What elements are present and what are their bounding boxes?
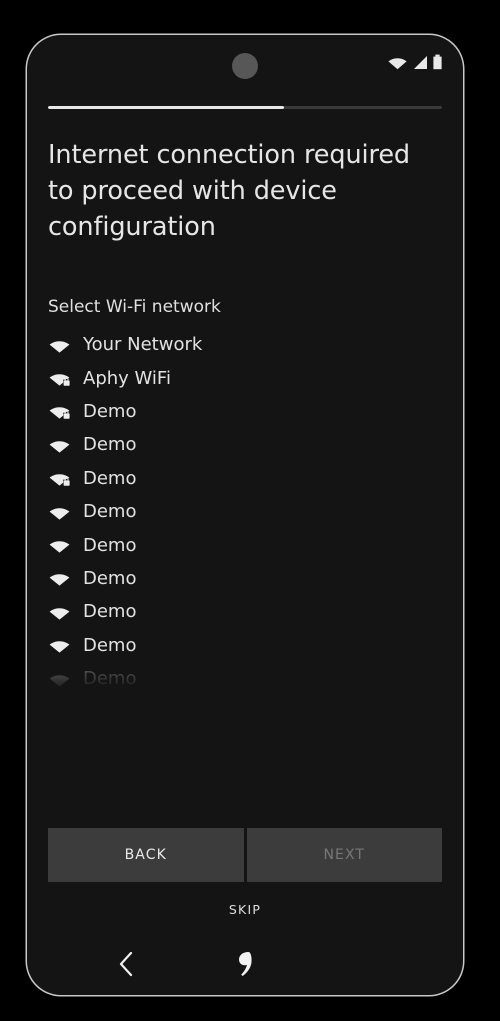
cellular-signal-icon (411, 55, 428, 74)
chevron-left-icon[interactable] (111, 949, 141, 979)
wifi-network-name: Demo (83, 400, 137, 422)
wifi-network-name: Aphy WiFi (83, 367, 171, 389)
status-bar-icons (388, 54, 443, 74)
wifi-network-row[interactable]: Demo (48, 495, 442, 528)
setup-progress-bar (48, 106, 442, 109)
wifi-network-row[interactable]: Demo (48, 562, 442, 595)
wifi-secured-icon (48, 367, 70, 389)
page-title: Internet connection required to proceed … (48, 140, 411, 242)
wifi-open-icon (48, 534, 70, 556)
wifi-network-row[interactable]: Demo (48, 629, 442, 662)
wifi-network-name: Demo (83, 601, 137, 623)
wifi-network-row[interactable]: Demo (48, 662, 442, 695)
wifi-open-icon (48, 601, 70, 623)
wifi-network-name: Demo (83, 534, 137, 556)
home-comma-icon[interactable] (230, 949, 260, 979)
android-nav-bar (27, 933, 463, 995)
wifi-network-name: Demo (83, 501, 137, 523)
wifi-network-row[interactable]: Demo (48, 395, 442, 428)
wifi-network-row[interactable]: Demo (48, 428, 442, 461)
next-button[interactable]: NEXT (246, 828, 442, 882)
wifi-network-name: Demo (83, 634, 137, 656)
wifi-open-icon (48, 567, 70, 589)
setup-progress-fill (48, 106, 285, 109)
wifi-open-icon (48, 501, 70, 523)
wifi-network-row[interactable]: Aphy WiFi (48, 361, 442, 394)
wifi-network-row[interactable]: Demo (48, 595, 442, 628)
phone-frame: Internet connection required to proceed … (27, 35, 463, 995)
wifi-open-icon (48, 668, 70, 690)
wifi-network-list[interactable]: Your Network Aphy WiFi Demo Demo Demo Demo Dem… (27, 328, 463, 700)
wifi-network-name: Demo (83, 467, 137, 489)
wifi-open-icon (48, 334, 70, 356)
footer-button-row: BACK NEXT (48, 828, 442, 882)
back-button[interactable]: BACK (48, 828, 244, 882)
wifi-network-row[interactable]: Demo (48, 528, 442, 561)
skip-button[interactable]: SKIP (27, 902, 463, 917)
wifi-icon (388, 55, 407, 74)
wifi-secured-icon (48, 400, 70, 422)
wifi-network-row[interactable]: Your Network (48, 328, 442, 361)
main-content: Internet connection required to proceed … (27, 125, 463, 995)
wifi-secured-icon (48, 467, 70, 489)
wifi-section-label: Select Wi-Fi network (48, 297, 221, 317)
front-camera-dot-icon (232, 53, 258, 79)
battery-icon (432, 54, 443, 74)
wifi-network-name: Demo (83, 668, 137, 690)
wifi-network-name: Your Network (83, 334, 203, 356)
wifi-open-icon (48, 634, 70, 656)
wifi-network-name: Demo (83, 434, 137, 456)
wifi-network-name: Demo (83, 567, 137, 589)
status-bar (27, 35, 463, 97)
wifi-network-row[interactable]: Demo (48, 462, 442, 495)
wifi-open-icon (48, 434, 70, 456)
